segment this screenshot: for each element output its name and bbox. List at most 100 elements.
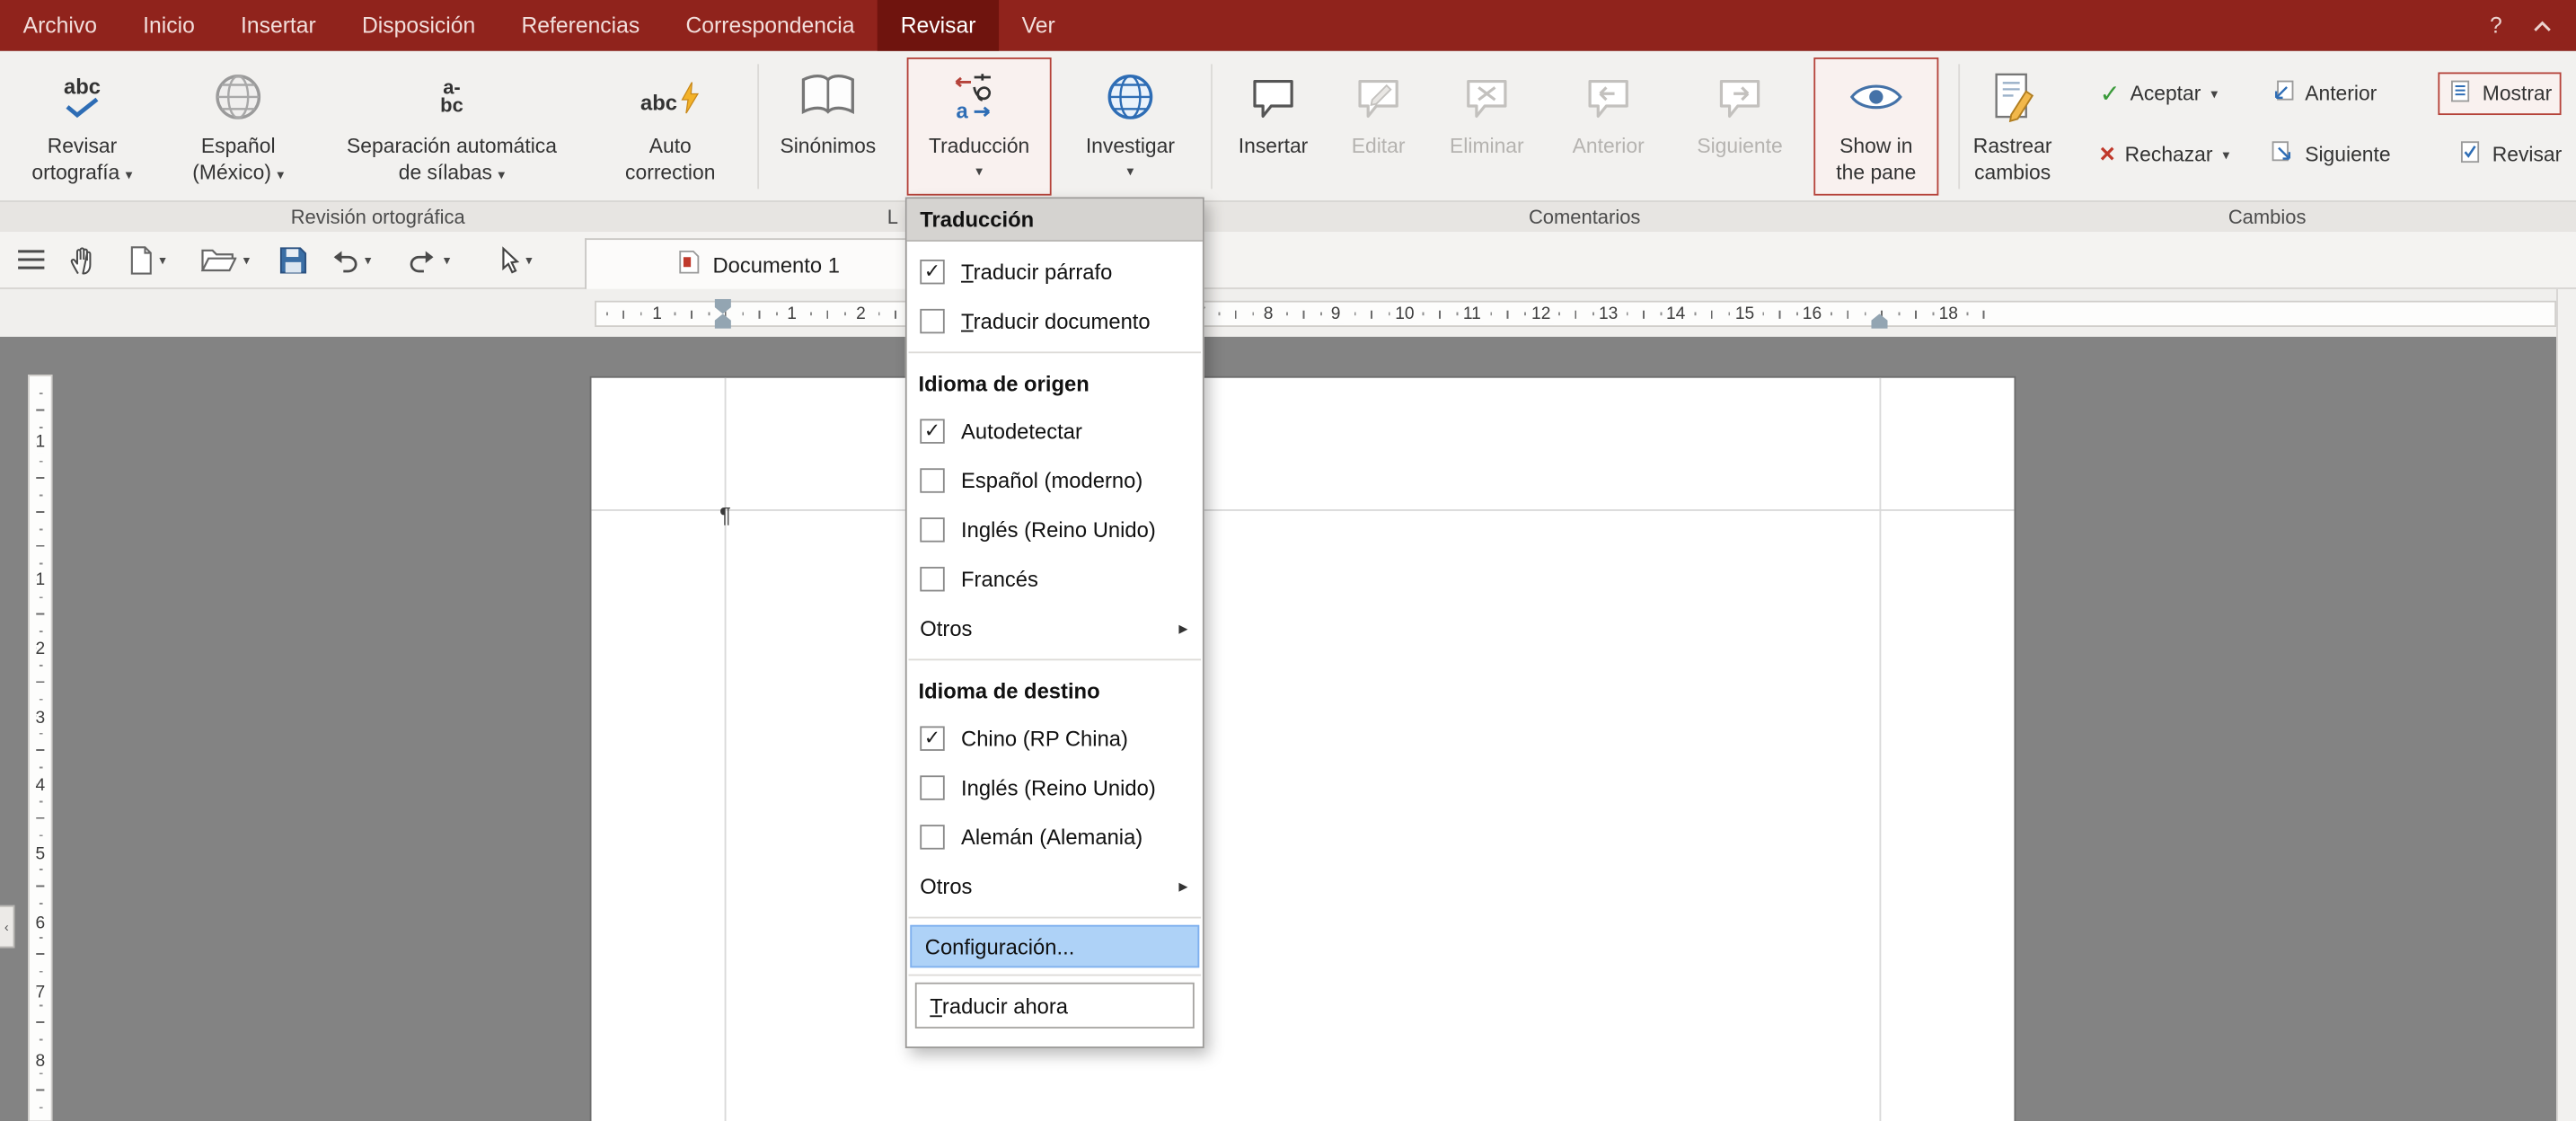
autocorrect-button[interactable]: abc Autocorrection (588, 57, 753, 196)
collapse-ribbon-icon[interactable] (2532, 13, 2554, 38)
menu-tab-archivo[interactable]: Archivo (0, 0, 120, 51)
menu-tab-ver[interactable]: Ver (999, 0, 1078, 51)
previous-change-button[interactable]: Anterior (2261, 72, 2386, 115)
globe-blue-icon (1104, 59, 1157, 135)
menu-tab-correspondencia[interactable]: Correspondencia (663, 0, 878, 51)
ruler-ticks (30, 383, 51, 1114)
next-change-button[interactable]: Siguiente (2261, 133, 2401, 176)
menu-tab-inicio[interactable]: Inicio (120, 0, 218, 51)
ribbon: abc Revisarortografía ▾ Español(México) … (0, 51, 2576, 232)
ruler-number: 3 (35, 707, 45, 730)
insert-comment-button[interactable]: Insertar (1222, 57, 1324, 196)
globe-gray-icon (212, 59, 265, 135)
top-margin-line (591, 509, 2014, 511)
comment-previous-icon (1584, 59, 1633, 135)
new-document-caret[interactable]: ▾ (159, 240, 165, 279)
menu-tab-insertar[interactable]: Insertar (217, 0, 339, 51)
ruler-number: 13 (1595, 304, 1621, 323)
menu-item-source-others[interactable]: Otros ▸ (907, 603, 1203, 652)
hyphenation-button[interactable]: a-bc Separación automáticade sílabas ▾ (319, 57, 585, 196)
checkbox-unchecked[interactable] (920, 308, 944, 332)
open-file-caret[interactable]: ▾ (243, 240, 250, 279)
next-comment-button[interactable]: Siguiente (1676, 57, 1804, 196)
menu-item-english-uk-source[interactable]: Inglés (Reino Unido) (907, 505, 1203, 554)
new-document-icon[interactable] (128, 240, 154, 279)
vertical-ruler[interactable]: 1 1 2 3 4 5 6 7 8 (28, 375, 52, 1121)
menu-item-settings[interactable]: Configuración... (910, 925, 1199, 968)
ruler-number: 14 (1663, 304, 1689, 323)
checkbox-checked[interactable]: ✓ (920, 259, 944, 283)
menu-item-autodetect[interactable]: ✓ Autodetectar (907, 406, 1203, 455)
document-tab-title: Documento 1 (713, 252, 840, 277)
app-window: Archivo Inicio Insertar Disposición Refe… (0, 0, 2576, 1121)
group-caption-comments: Comentarios (1211, 206, 1958, 229)
show-changes-button[interactable]: Mostrar (2438, 72, 2562, 115)
menubar-right: ? (2490, 0, 2576, 51)
checkbox-checked[interactable]: ✓ (920, 726, 944, 750)
ruler-number: 2 (35, 638, 45, 661)
menu-item-translate-paragraph[interactable]: ✓ Traducir párrafo (907, 246, 1203, 296)
save-icon[interactable] (279, 240, 307, 279)
select-cursor-icon[interactable] (499, 240, 519, 279)
pan-hand-icon[interactable] (69, 240, 101, 279)
submenu-arrow-icon: ▸ (1178, 875, 1187, 896)
redo-icon[interactable] (408, 240, 439, 279)
menu-tab-revisar[interactable]: Revisar (878, 0, 999, 51)
comment-next-icon (1716, 59, 1765, 135)
ruler-number: 7 (35, 981, 45, 1004)
undo-icon[interactable] (329, 240, 360, 279)
accept-check-icon: ✓ (2100, 82, 2121, 106)
menu-item-translate-now[interactable]: Traducir ahora (915, 983, 1195, 1028)
hamburger-menu-icon[interactable] (16, 240, 46, 279)
previous-change-icon (2271, 79, 2295, 109)
checkbox-unchecked[interactable] (920, 566, 944, 590)
checkbox-unchecked[interactable] (920, 774, 944, 799)
checkbox-checked[interactable]: ✓ (920, 419, 944, 443)
menu-tab-referencias[interactable]: Referencias (498, 0, 663, 51)
spell-check-button[interactable]: abc Revisarortografía ▾ (6, 57, 157, 196)
menu-tab-disposicion[interactable]: Disposición (339, 0, 498, 51)
menu-item-target-others[interactable]: Otros ▸ (907, 861, 1203, 910)
edit-comment-button[interactable]: Editar (1328, 57, 1429, 196)
track-changes-button[interactable]: Rastrearcambios (1948, 57, 2077, 196)
show-changes-icon (2448, 79, 2472, 109)
horizontal-ruler[interactable]: 1 1 2 7 8 9 10 11 12 13 14 15 16 18 (595, 301, 2556, 327)
previous-comment-button[interactable]: Anterior (1544, 57, 1672, 196)
research-button[interactable]: Investigar▾ (1058, 57, 1203, 196)
review-changes-button[interactable]: Revisar (2448, 133, 2572, 176)
document-language-button[interactable]: Español(México) ▾ (161, 57, 315, 196)
document-area[interactable]: ¶ (0, 337, 2556, 1121)
menu-item-chinese-prc[interactable]: ✓ Chino (RP China) (907, 713, 1203, 763)
ruler-number: 16 (1799, 304, 1825, 323)
ruler-number: 8 (1260, 304, 1276, 323)
checkbox-unchecked[interactable] (920, 516, 944, 541)
vertical-scrollbar[interactable] (2556, 289, 2576, 1121)
document-tab[interactable]: Documento 1 (585, 238, 933, 289)
checkbox-unchecked[interactable] (920, 824, 944, 848)
ruler-number: 9 (1328, 304, 1344, 323)
help-button[interactable]: ? (2490, 13, 2502, 38)
translate-button[interactable]: a Traducción▾ (907, 57, 1052, 196)
select-cursor-caret[interactable]: ▾ (525, 240, 532, 279)
checkbox-unchecked[interactable] (920, 467, 944, 491)
open-file-icon[interactable] (200, 240, 236, 279)
menu-item-spanish-modern[interactable]: Español (moderno) (907, 455, 1203, 505)
menu-item-french[interactable]: Francés (907, 553, 1203, 603)
reject-change-button[interactable]: × Rechazar▾ (2090, 133, 2240, 176)
delete-comment-button[interactable]: Eliminar (1433, 57, 1541, 196)
accept-change-button[interactable]: ✓ Aceptar▾ (2090, 72, 2228, 115)
redo-caret[interactable]: ▾ (444, 240, 450, 279)
pilcrow-mark: ¶ (719, 503, 731, 527)
show-comments-pane-button[interactable]: Show inthe pane (1813, 57, 1938, 196)
ruler-number: 15 (1732, 304, 1758, 323)
menu-item-translate-document[interactable]: Traducir documento (907, 296, 1203, 345)
menu-item-english-uk-target[interactable]: Inglés (Reino Unido) (907, 763, 1203, 812)
review-changes-icon (2457, 139, 2482, 169)
thesaurus-button[interactable]: Sinónimos (765, 57, 890, 196)
ruler-row: L 1 1 2 7 8 9 10 11 12 13 14 15 16 18 (0, 289, 2576, 337)
page[interactable]: ¶ (591, 378, 2014, 1121)
menu-item-german[interactable]: Alemán (Alemania) (907, 812, 1203, 861)
undo-caret[interactable]: ▾ (365, 240, 371, 279)
pane-toggle-handle[interactable]: ‹ (0, 905, 14, 949)
translation-menu-title: Traducción (907, 199, 1203, 242)
